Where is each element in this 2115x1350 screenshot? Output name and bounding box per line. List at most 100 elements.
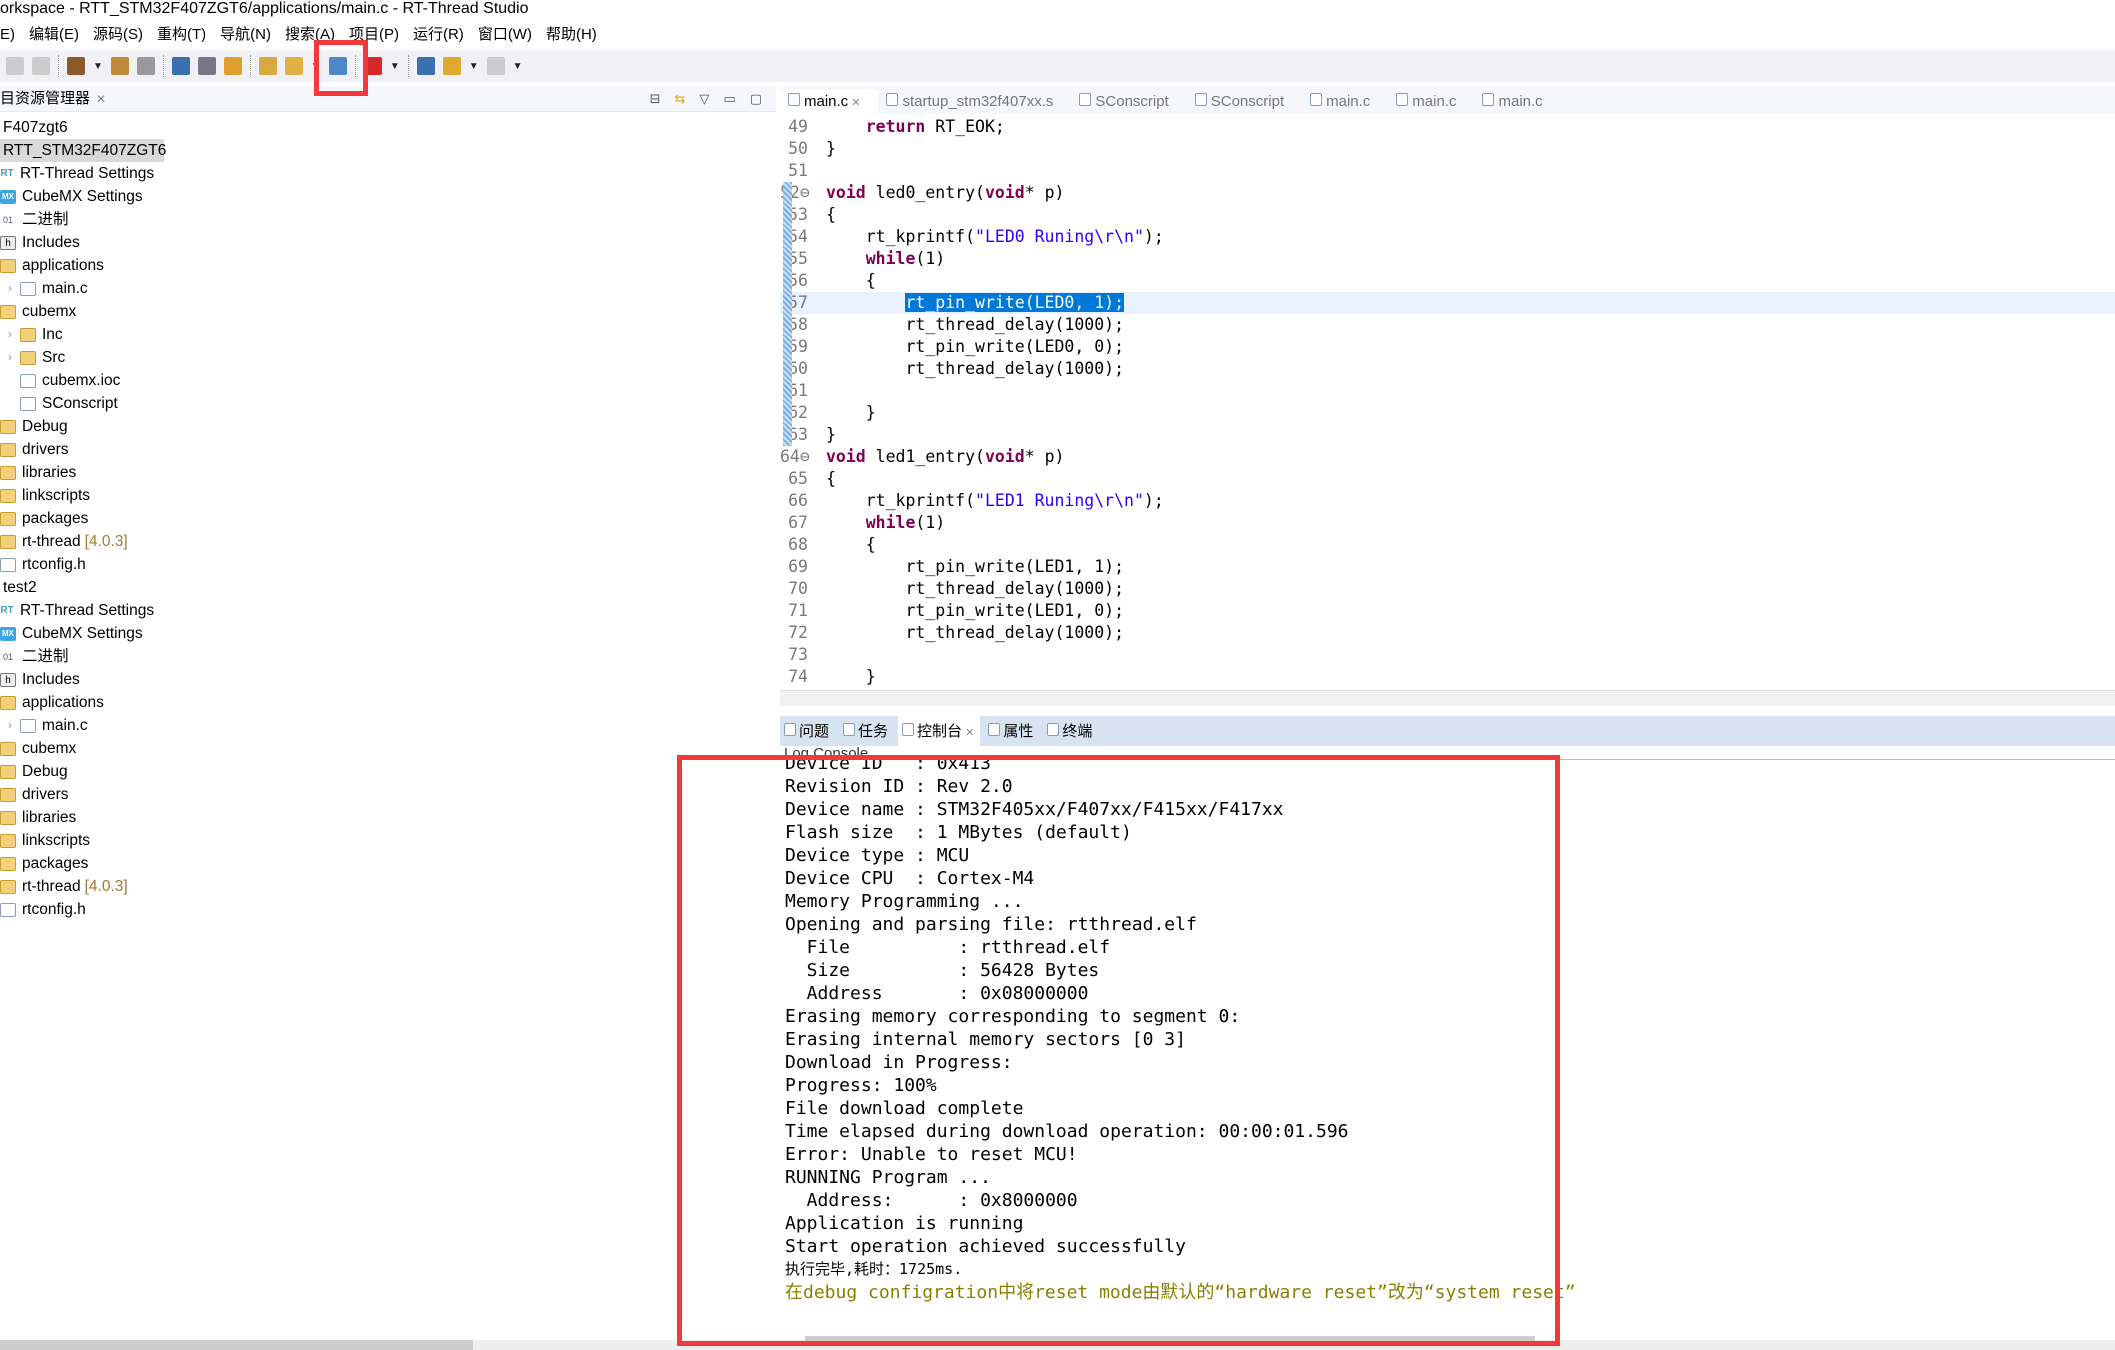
menu-item[interactable]: 窗口(W) (478, 22, 532, 48)
expand-arrow-icon[interactable]: › (0, 277, 20, 300)
tree-item[interactable]: MX CubeMX Settings (0, 185, 776, 208)
menu-item[interactable]: 项目(P) (349, 22, 399, 48)
file-icon (0, 902, 16, 917)
tree-item[interactable]: rt-thread [4.0.3] (0, 875, 776, 898)
editor-tab[interactable]: main.c (1388, 93, 1474, 114)
tree-item[interactable]: rtconfig.h (0, 898, 776, 921)
code-token: rt_kprintf( (826, 227, 976, 246)
tree-item[interactable]: 01 二进制 (0, 645, 776, 668)
tree-item[interactable]: test2 (0, 576, 776, 599)
sdk-manager-icon[interactable] (197, 57, 216, 75)
close-tab-icon[interactable]: ✕ (962, 727, 974, 739)
dropdown-arrow-icon[interactable]: ▼ (469, 61, 479, 72)
dropdown-arrow-icon[interactable]: ▼ (311, 61, 321, 72)
tree-item[interactable]: packages (0, 507, 776, 530)
download-icon[interactable] (363, 57, 382, 75)
maximize-icon[interactable]: ▢ (750, 86, 762, 112)
menu-item[interactable]: 源码(S) (93, 22, 143, 48)
tree-item[interactable]: › main.c (0, 277, 776, 300)
editor-horizontal-scrollbar[interactable] (780, 690, 2115, 706)
tree-item[interactable]: SConscript (0, 392, 776, 415)
tree-item[interactable]: F407zgt6 (0, 116, 776, 139)
tree-item[interactable]: libraries (0, 461, 776, 484)
menu-item[interactable]: E) (0, 22, 15, 48)
link-editor-icon[interactable]: ⇆ (675, 86, 686, 112)
tree-item[interactable]: Debug (0, 760, 776, 783)
bottom-tab[interactable]: 控制台 ✕ (898, 715, 981, 746)
bottom-tab[interactable]: 属性 (984, 720, 1039, 746)
tree-item[interactable]: 01 二进制 (0, 208, 776, 231)
open-project-icon[interactable] (258, 57, 277, 75)
menu-item[interactable]: 运行(R) (413, 22, 464, 48)
tree-item[interactable]: › Src (0, 346, 776, 369)
tree-item[interactable]: libraries (0, 806, 776, 829)
tree-item[interactable]: MX CubeMX Settings (0, 622, 776, 645)
forward-arrow-icon[interactable] (486, 57, 505, 75)
tree-item[interactable]: drivers (0, 783, 776, 806)
terminal-icon[interactable] (171, 57, 190, 75)
tree-item[interactable]: h Includes (0, 231, 776, 254)
tree-item[interactable]: linkscripts (0, 829, 776, 852)
tree-item[interactable]: h Includes (0, 668, 776, 691)
code-line: 54 rt_kprintf("LED0 Runing\r\n"); (780, 226, 2115, 248)
close-tab-icon[interactable]: ✕ (848, 97, 860, 109)
tree-item[interactable]: packages (0, 852, 776, 875)
inc-icon: h (0, 672, 16, 687)
expand-arrow-icon[interactable]: › (0, 714, 20, 737)
dropdown-arrow-icon[interactable]: ▼ (390, 61, 400, 72)
scrollbar-thumb[interactable] (0, 1340, 473, 1350)
tree-item[interactable]: cubemx (0, 737, 776, 760)
menu-item[interactable]: 编辑(E) (29, 22, 79, 48)
menu-item[interactable]: 重构(T) (157, 22, 206, 48)
editor-tab[interactable]: SConscript (1071, 93, 1186, 114)
back-arrow-icon[interactable] (442, 57, 461, 75)
horizontal-scrollbar[interactable] (0, 1336, 2115, 1350)
console-scrollbar-thumb[interactable] (805, 1336, 1535, 1346)
save-all-icon[interactable] (32, 57, 50, 75)
build-hammer-icon[interactable] (67, 57, 85, 75)
editor-tab[interactable]: SConscript (1187, 93, 1302, 114)
tree-item[interactable]: drivers (0, 438, 776, 461)
menu-item[interactable]: 搜索(A) (285, 22, 335, 48)
new-icon[interactable] (284, 57, 303, 75)
tree-item[interactable]: RT RT-Thread Settings (0, 162, 776, 185)
minimize-icon[interactable]: ▭ (723, 86, 735, 112)
tree-item[interactable]: rt-thread [4.0.3] (0, 530, 776, 553)
menu-item[interactable]: 帮助(H) (546, 22, 597, 48)
settings-wrench-icon[interactable] (136, 57, 155, 75)
tree-item[interactable]: cubemx.ioc (0, 369, 776, 392)
tree-item[interactable]: cubemx (0, 300, 776, 323)
book-icon[interactable] (328, 57, 347, 75)
console-output[interactable]: Device ID : 0x413 Revision ID : Rev 2.0 De… (780, 752, 2115, 1312)
bottom-tab[interactable]: 任务 (839, 720, 894, 746)
bottom-tab[interactable]: 问题 (780, 720, 835, 746)
tree-item[interactable]: Debug (0, 415, 776, 438)
code-area[interactable]: 49 return RT_EOK; 50} 51 52⊖ void led0_entry… (780, 116, 2115, 688)
bottom-tab[interactable]: 终端 (1043, 720, 1098, 746)
tree-item[interactable]: rtconfig.h (0, 553, 776, 576)
clean-icon[interactable] (110, 57, 129, 75)
tree-item[interactable]: applications (0, 691, 776, 714)
close-icon[interactable]: ✕ (96, 86, 106, 112)
tree-item[interactable]: linkscripts (0, 484, 776, 507)
save-icon[interactable] (6, 57, 24, 75)
collapse-all-icon[interactable]: ⊟ (650, 86, 661, 112)
tree-item[interactable]: applications (0, 254, 776, 277)
tree-item[interactable]: RTT_STM32F407ZGT6 (0, 139, 166, 162)
debug-bug-icon[interactable] (223, 57, 242, 75)
dropdown-arrow-icon[interactable]: ▼ (93, 61, 103, 72)
editor-tab[interactable]: main.c (1302, 93, 1388, 114)
code-line: 55 while(1) (780, 248, 2115, 270)
editor-tab[interactable]: startup_stm32f407xx.s (878, 93, 1071, 114)
editor-tab[interactable]: main.c (1474, 93, 1560, 114)
expand-arrow-icon[interactable]: › (0, 346, 20, 369)
expand-arrow-icon[interactable]: › (0, 323, 20, 346)
tree-item[interactable]: RT RT-Thread Settings (0, 599, 776, 622)
tree-item[interactable]: › main.c (0, 714, 776, 737)
view-menu-icon[interactable]: ▽ (699, 86, 709, 112)
dropdown-arrow-icon[interactable]: ▼ (513, 61, 523, 72)
tree-item[interactable]: › Inc (0, 323, 776, 346)
editor-tab[interactable]: main.c ✕ (780, 89, 879, 114)
memory-icon[interactable] (416, 57, 435, 75)
menu-item[interactable]: 导航(N) (220, 22, 271, 48)
